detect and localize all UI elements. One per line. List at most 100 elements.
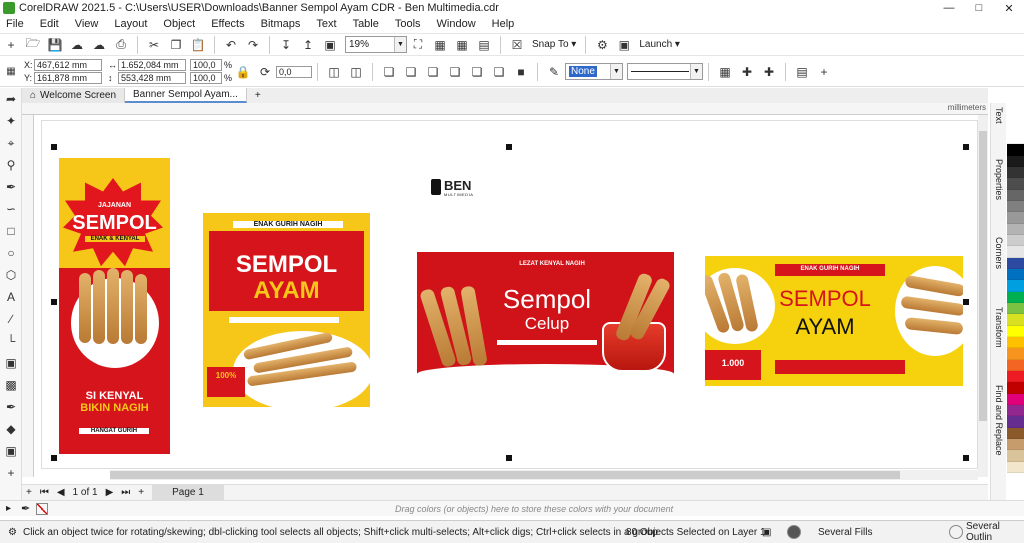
outline-pen-icon[interactable]: ✎ <box>545 63 563 81</box>
palette-swatch[interactable] <box>1007 280 1024 292</box>
selection-handle[interactable] <box>506 455 512 461</box>
palette-swatch[interactable] <box>1007 268 1024 281</box>
new-document-icon[interactable]: + <box>2 36 20 54</box>
vertical-ruler[interactable] <box>22 115 34 477</box>
launch-icon[interactable]: ▣ <box>615 36 633 54</box>
palette-swatch[interactable] <box>1007 166 1024 179</box>
menu-tools[interactable]: Tools <box>395 18 421 30</box>
new-tab-icon[interactable]: + <box>246 88 269 103</box>
align-distribute-icon[interactable]: ▤ <box>793 63 811 81</box>
rotation-icon[interactable]: ⟳ <box>256 63 274 81</box>
palette-swatch[interactable] <box>1007 359 1024 371</box>
selection-handle[interactable] <box>51 144 57 150</box>
banner-wide-sempol-celup[interactable]: LEZAT KENYAL NAGIH Sempol Celup <box>417 252 674 381</box>
palette-swatch[interactable] <box>1007 257 1024 269</box>
maximize-icon[interactable]: □ <box>964 0 994 16</box>
docker-tab-text[interactable]: Text <box>991 107 1007 143</box>
selection-handle[interactable] <box>963 455 969 461</box>
break-apart-icon[interactable]: ❏ <box>468 63 486 81</box>
palette-expand-icon[interactable]: ▸ <box>6 503 11 514</box>
redo-icon[interactable]: ↷ <box>244 36 262 54</box>
selection-handle[interactable] <box>51 299 57 305</box>
palette-swatch[interactable] <box>1007 155 1024 167</box>
palette-swatch[interactable] <box>1007 461 1024 473</box>
docker-tab-corners[interactable]: Corners <box>991 237 1007 287</box>
convert-to-curves-icon[interactable]: ✚ <box>738 63 756 81</box>
mirror-horizontal-icon[interactable]: ◫ <box>325 63 343 81</box>
full-screen-icon[interactable]: ⛶ <box>409 36 427 54</box>
drop-shadow-tool-icon[interactable]: ▣ <box>0 352 22 374</box>
mirror-vertical-icon[interactable]: ◫ <box>347 63 365 81</box>
vertical-scroll-thumb[interactable] <box>979 131 987 421</box>
menu-file[interactable]: File <box>6 18 24 30</box>
close-icon[interactable]: ✕ <box>994 0 1024 16</box>
palette-swatch[interactable] <box>1007 302 1024 315</box>
menu-object[interactable]: Object <box>163 18 195 30</box>
selection-handle[interactable] <box>963 144 969 150</box>
zoom-tool-icon[interactable]: ⚲ <box>0 154 22 176</box>
selection-handle[interactable] <box>963 299 969 305</box>
print-icon[interactable]: ⎙ <box>112 36 130 54</box>
horizontal-scroll-thumb[interactable] <box>110 471 900 479</box>
first-page-icon[interactable]: ⏮ <box>40 487 49 498</box>
snap-off-icon[interactable]: ☒ <box>508 36 526 54</box>
shape-tool-icon[interactable]: ✦ <box>0 110 22 132</box>
vertical-scrollbar[interactable] <box>978 115 988 477</box>
object-origin-icon[interactable]: ▦ <box>2 63 20 81</box>
menu-edit[interactable]: Edit <box>40 18 59 30</box>
show-rulers-icon[interactable]: ▦ <box>431 36 449 54</box>
lock-ratio-icon[interactable]: 🔒 <box>234 63 252 81</box>
save-icon[interactable]: 💾 <box>46 36 64 54</box>
horizontal-ruler[interactable]: millimeters <box>22 103 988 115</box>
scale-height-field[interactable]: 100,0 <box>190 72 222 84</box>
combine-icon[interactable]: ❏ <box>446 63 464 81</box>
y-position-field[interactable]: 161,878 mm <box>34 72 102 84</box>
palette-swatch[interactable] <box>1007 393 1024 405</box>
tab-welcome-screen[interactable]: ⌂ Welcome Screen <box>22 88 126 103</box>
import-icon[interactable]: ↧ <box>277 36 295 54</box>
rectangle-tool-icon[interactable]: □ <box>0 220 22 242</box>
docker-tab-properties[interactable]: Properties <box>991 159 1007 219</box>
menu-bitmaps[interactable]: Bitmaps <box>261 18 301 30</box>
palette-swatch[interactable] <box>1007 200 1024 213</box>
curve-tool-icon[interactable]: ∽ <box>0 198 22 220</box>
palette-swatch[interactable] <box>1007 246 1024 258</box>
prev-page-icon[interactable]: ◀ <box>57 487 65 498</box>
menu-help[interactable]: Help <box>492 18 515 30</box>
drawing-canvas[interactable]: BEN MULTIMEDIA JAJANAN SEMPOL ENAK & KEN… <box>35 115 978 477</box>
export-icon[interactable]: ↥ <box>299 36 317 54</box>
pick-tool-icon[interactable]: ➦ <box>0 88 22 110</box>
palette-swatch[interactable] <box>1007 450 1024 462</box>
launch-dropdown[interactable]: Launch ▾ <box>639 39 680 50</box>
add-page-icon[interactable]: + <box>26 487 32 498</box>
transparency-tool-icon[interactable]: ▩ <box>0 374 22 396</box>
add-tool-icon[interactable]: + <box>0 462 22 484</box>
ben-multimedia-logo[interactable]: BEN MULTIMEDIA <box>431 177 481 199</box>
add-page-end-icon[interactable]: + <box>138 487 144 498</box>
copy-icon[interactable]: ❐ <box>167 36 185 54</box>
open-folder-icon[interactable]: 🗁 <box>24 36 42 54</box>
trim-icon[interactable]: ■ <box>512 63 530 81</box>
text-tool-icon[interactable]: A <box>0 286 22 308</box>
palette-swatch[interactable] <box>1007 178 1024 190</box>
width-field[interactable]: 1.652,084 mm <box>118 59 186 71</box>
palette-swatch[interactable] <box>1007 223 1024 235</box>
pdf-icon[interactable]: ▣ <box>321 36 339 54</box>
menu-table[interactable]: Table <box>353 18 379 30</box>
parallel-dimension-tool-icon[interactable]: ∕ <box>0 308 22 330</box>
palette-swatch[interactable] <box>1007 370 1024 383</box>
eyedropper-icon[interactable]: ✒ <box>21 502 30 515</box>
ellipse-tool-icon[interactable]: ○ <box>0 242 22 264</box>
no-color-swatch[interactable] <box>36 502 49 515</box>
menu-window[interactable]: Window <box>437 18 476 30</box>
banner-square[interactable]: ENAK GURIH NAGIH SEMPOL AYAM 100% <box>203 213 370 407</box>
cloud-icon[interactable]: ☁ <box>90 36 108 54</box>
palette-swatch[interactable] <box>1007 348 1024 360</box>
palette-swatch[interactable] <box>1007 404 1024 417</box>
docker-tab-transform[interactable]: Transform <box>991 307 1007 367</box>
zoom-level-combo[interactable]: 19% ▼ <box>345 36 407 53</box>
palette-swatch[interactable] <box>1007 234 1024 247</box>
ungroup-all-icon[interactable]: ❏ <box>424 63 442 81</box>
banner-wide-sempol-ayam[interactable]: ENAK GURIH NAGIH SEMPOL AYAM 1.000 <box>705 256 963 386</box>
horizontal-scrollbar[interactable] <box>110 470 978 480</box>
